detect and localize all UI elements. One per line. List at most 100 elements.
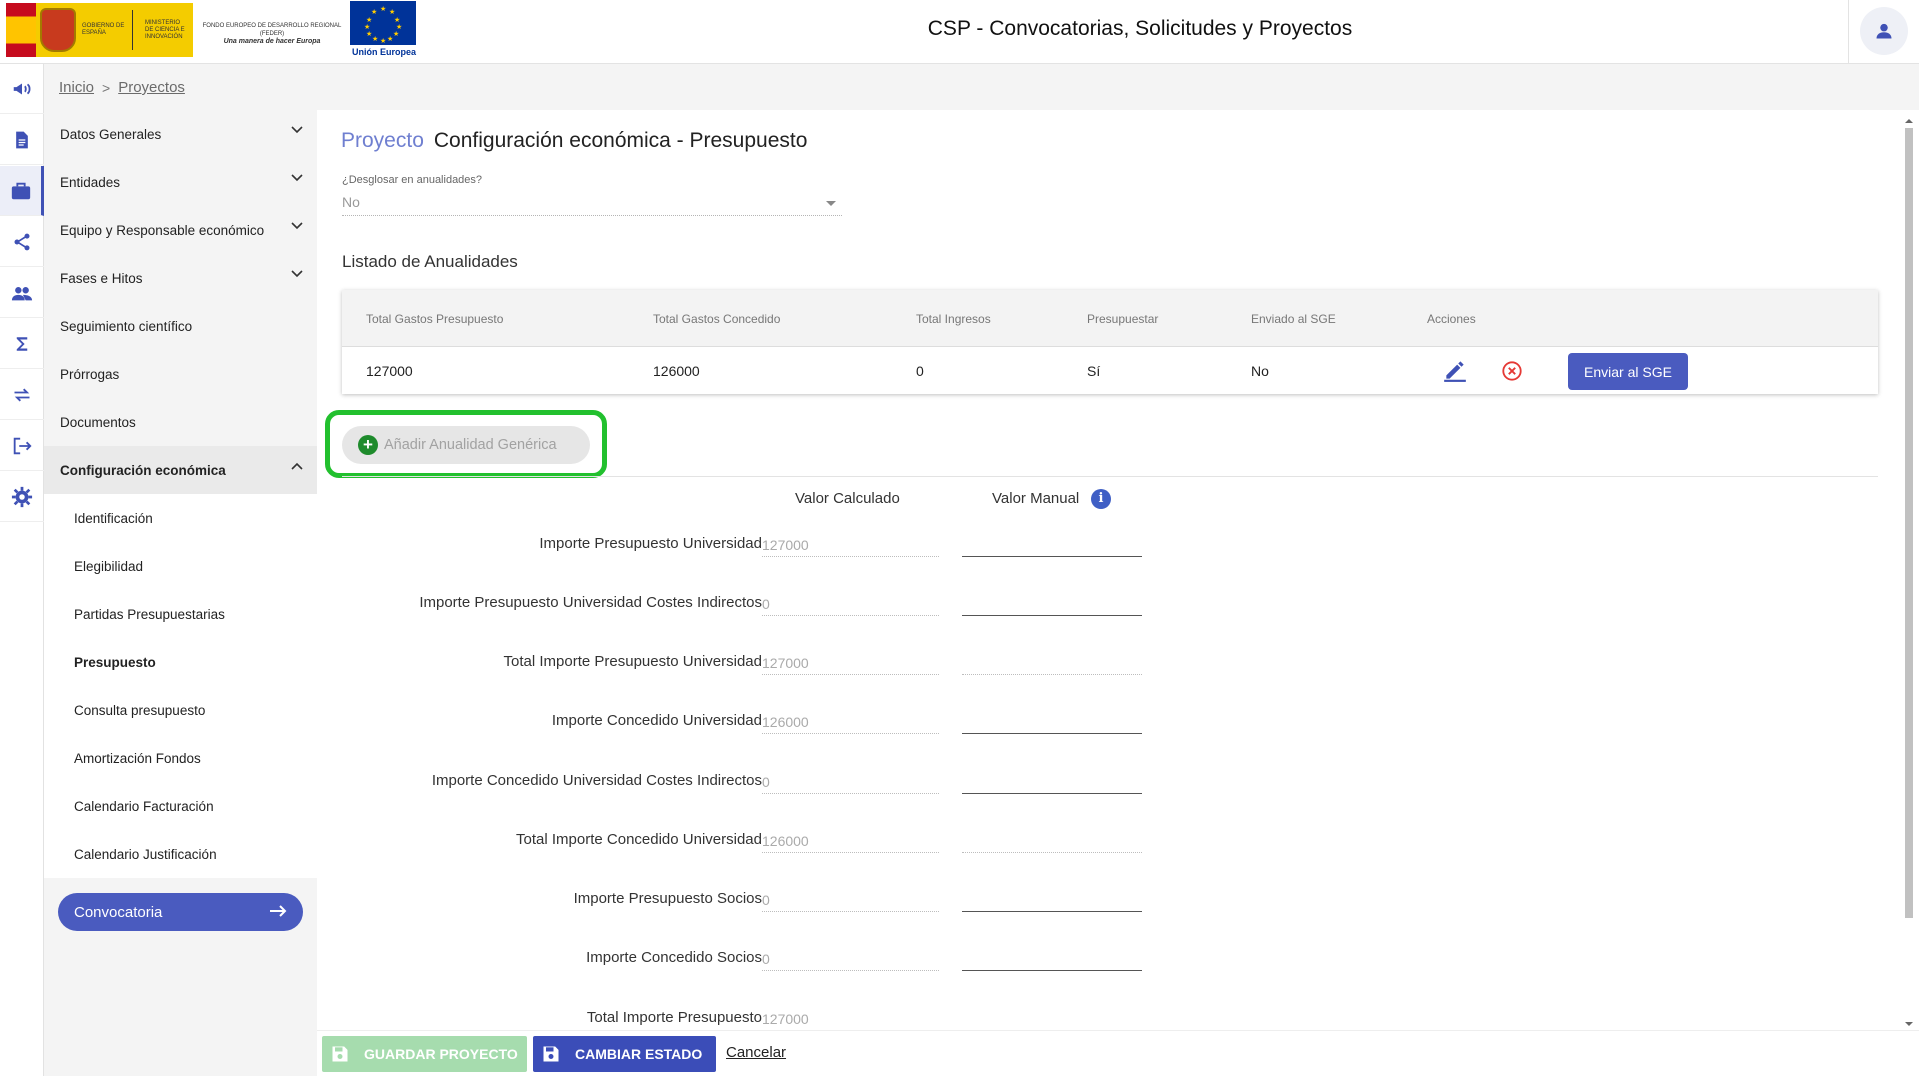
chevron-down-icon (291, 126, 303, 134)
page-title: Proyecto Configuración económica - Presu… (341, 129, 807, 153)
scrollbar-thumb[interactable] (1905, 128, 1913, 918)
sidebar-item-fases-hitos[interactable]: Fases e Hitos (44, 254, 317, 302)
scroll-down-arrow-icon[interactable] (1903, 1019, 1915, 1029)
rail-proyectos[interactable] (0, 166, 44, 216)
add-anualidad-label: Añadir Anualidad Genérica (384, 437, 557, 453)
breadcrumb-proyectos[interactable]: Proyectos (118, 79, 185, 96)
government-logo: GOBIERNO DE ESPAÑA MINISTERIO DE CIENCIA… (6, 3, 193, 57)
manual-input[interactable] (962, 590, 1142, 616)
manual-input[interactable] (962, 886, 1142, 912)
rail-share[interactable] (0, 217, 44, 267)
sidebar-item-equipo[interactable]: Equipo y Responsable económico (44, 206, 317, 254)
column-header: Total Gastos Concedido (653, 312, 781, 326)
column-header: Total Gastos Presupuesto (366, 312, 504, 326)
sidebar-item-datos-generales[interactable]: Datos Generales (44, 110, 317, 158)
rail-settings[interactable] (0, 472, 44, 522)
sidebar-item-label: Equipo y Responsable económico (60, 222, 265, 238)
sidebar-subitem-partidas[interactable]: Partidas Presupuestarias (44, 590, 317, 638)
chevron-down-icon (291, 222, 303, 230)
valor-calculado-header: Valor Calculado (795, 490, 900, 507)
desglosar-select[interactable]: No (342, 190, 842, 216)
breadcrumb-separator: > (102, 79, 111, 96)
rail-logout[interactable] (0, 421, 44, 471)
scroll-up-arrow-icon[interactable] (1903, 116, 1915, 126)
user-icon (1876, 23, 1892, 39)
sidebar-item-entidades[interactable]: Entidades (44, 158, 317, 206)
manual-input[interactable] (962, 827, 1142, 853)
row-label: Total Importe Presupuesto Universidad (503, 653, 762, 670)
row-label: Importe Presupuesto Socios (573, 890, 762, 907)
manual-input[interactable] (962, 708, 1142, 734)
cell-presupuestar: Sí (1087, 363, 1101, 379)
arrow-right-icon (270, 905, 287, 917)
save-project-button[interactable]: GUARDAR PROYECTO (322, 1036, 527, 1072)
gov-logo-text: GOBIERNO DE ESPAÑA (82, 23, 125, 36)
page-title-prefix: Proyecto (341, 129, 424, 152)
enviar-sge-button[interactable]: Enviar al SGE (1568, 353, 1688, 390)
icon-rail (0, 64, 44, 1076)
column-header: Acciones (1427, 312, 1476, 326)
megaphone-icon (13, 83, 31, 94)
cancel-link[interactable]: Cancelar (726, 1044, 786, 1061)
sidebar-subitem-amortizacion[interactable]: Amortización Fondos (44, 734, 317, 782)
manual-input[interactable] (962, 649, 1142, 675)
sidebar-subitem-calendario-justificacion[interactable]: Calendario Justificación (44, 830, 317, 878)
change-state-button[interactable]: CAMBIAR ESTADO (533, 1036, 716, 1072)
desglosar-label: ¿Desglosar en anualidades? (342, 174, 483, 186)
breadcrumb-inicio[interactable]: Inicio (59, 79, 94, 96)
user-avatar-button[interactable] (1860, 7, 1908, 55)
page-title-text: Configuración económica - Presupuesto (433, 129, 808, 152)
sidebar-item-prorrogas[interactable]: Prórrogas (44, 350, 317, 398)
sidebar-item-seguimiento[interactable]: Seguimiento científico (44, 302, 317, 350)
manual-input[interactable] (962, 1005, 1142, 1030)
cell-enviado-sge: No (1251, 363, 1269, 379)
column-header: Total Ingresos (916, 312, 991, 326)
valor-manual-header: Valor Manual (992, 490, 1080, 507)
convocatoria-button[interactable]: Convocatoria (58, 893, 303, 931)
row-label: Total Importe Concedido Universidad (516, 831, 762, 848)
add-anualidad-button[interactable]: + Añadir Anualidad Genérica (342, 426, 590, 464)
swap-icon (14, 388, 30, 401)
calc-value: 0 (762, 945, 939, 971)
sidebar-subitem-consulta[interactable]: Consulta presupuesto (44, 686, 317, 734)
logo-divider (132, 10, 133, 50)
calc-value: 127000 (762, 649, 939, 675)
sidebar-item-label: Configuración económica (60, 462, 226, 478)
rail-solicitudes[interactable] (0, 115, 44, 165)
edit-icon[interactable] (1442, 357, 1468, 383)
logout-icon (13, 437, 32, 454)
main-scrollbar[interactable] (1903, 116, 1915, 1030)
row-label: Total Importe Presupuesto (586, 1009, 762, 1026)
row-label: Importe Presupuesto Universidad (539, 535, 762, 552)
sidebar-subitem-elegibilidad[interactable]: Elegibilidad (44, 542, 317, 590)
sigma-icon (16, 336, 28, 351)
spain-flag-icon (6, 3, 36, 57)
calc-value: 0 (762, 768, 939, 794)
manual-input[interactable] (962, 945, 1142, 971)
sidebar-subitem-presupuesto[interactable]: Presupuesto (44, 638, 317, 686)
delete-icon[interactable] (1501, 360, 1523, 382)
calc-value: 127000 (762, 531, 939, 557)
sidebar-item-configuracion-economica[interactable]: Configuración económica (44, 446, 317, 494)
row-label: Importe Concedido Universidad Costes Ind… (431, 772, 762, 789)
rail-convocatorias[interactable] (0, 64, 44, 114)
sidebar-item-label: Documentos (60, 414, 136, 430)
manual-input[interactable] (962, 531, 1142, 557)
rail-group[interactable] (0, 268, 44, 318)
rail-swap[interactable] (0, 370, 44, 420)
app-header: GOBIERNO DE ESPAÑA MINISTERIO DE CIENCIA… (0, 0, 1919, 64)
info-icon[interactable]: i (1091, 489, 1111, 509)
column-header: Presupuestar (1087, 312, 1159, 326)
breadcrumb: Inicio > Proyectos (59, 79, 185, 96)
row-label: Importe Concedido Universidad (551, 712, 762, 729)
row-label: Importe Presupuesto Universidad Costes I… (419, 594, 762, 611)
feder-slogan: Una manera de hacer Europa (223, 38, 321, 45)
manual-input[interactable] (962, 768, 1142, 794)
group-icon (11, 286, 33, 300)
eu-logo: ★ ★ ★ ★ ★ ★ ★ ★ ★ ★ ★ ★ Unión Europea (350, 1, 418, 61)
sidebar-subitem-calendario-facturacion[interactable]: Calendario Facturación (44, 782, 317, 830)
sidebar-item-documentos[interactable]: Documentos (44, 398, 317, 446)
rail-sigma[interactable] (0, 319, 44, 369)
chevron-down-icon (291, 174, 303, 182)
sidebar-subitem-identificacion[interactable]: Identificación (44, 494, 317, 542)
